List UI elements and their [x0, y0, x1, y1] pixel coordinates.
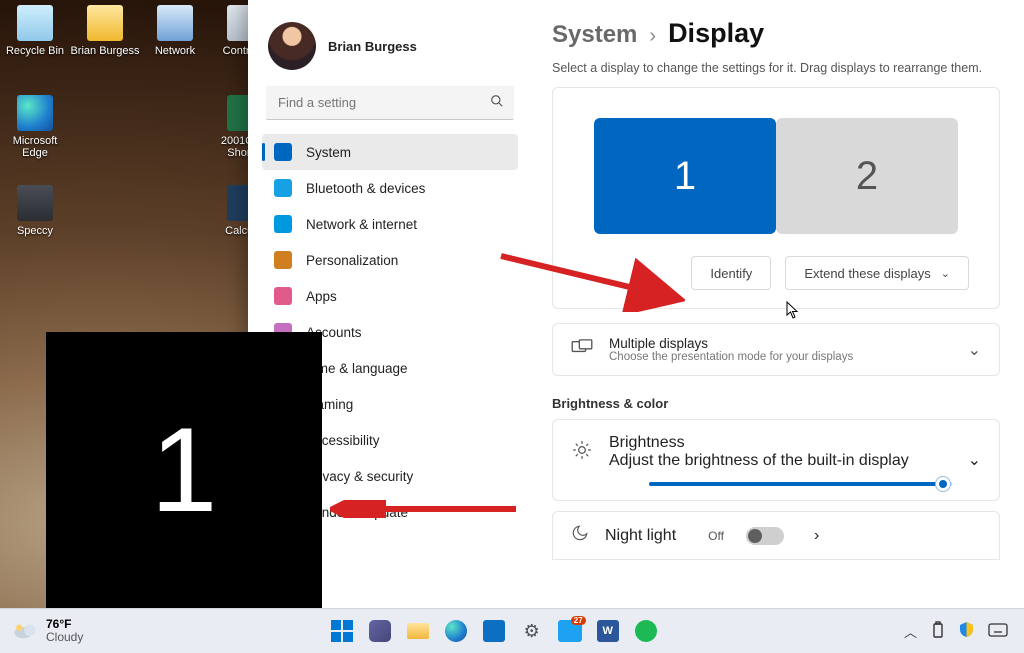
- extend-displays-label: Extend these displays: [804, 266, 930, 281]
- annotation-arrow: [330, 500, 520, 518]
- sidebar-item-label: Personalization: [306, 253, 398, 268]
- taskbar-settings-icon[interactable]: ⚙: [517, 616, 547, 646]
- network-icon: [274, 215, 292, 233]
- weather-condition: Cloudy: [46, 631, 83, 644]
- sidebar-item-label: Bluetooth & devices: [306, 181, 425, 196]
- search-row: [266, 86, 514, 120]
- taskbar-people-icon[interactable]: 27: [555, 616, 585, 646]
- sidebar-item-label: Network & internet: [306, 217, 417, 232]
- desktop-icon-label: Microsoft Edge: [0, 135, 70, 159]
- profile-name: Brian Burgess: [328, 39, 417, 54]
- display-subtitle: Select a display to change the settings …: [552, 61, 1000, 75]
- brightness-slider[interactable]: [649, 482, 952, 486]
- night-light-state: Off: [708, 529, 724, 543]
- personalization-icon: [274, 251, 292, 269]
- taskbar-word-icon[interactable]: W: [593, 616, 623, 646]
- sidebar-item-label: Apps: [306, 289, 337, 304]
- desktop-icon-label: Brian Burgess: [70, 45, 140, 57]
- profile-block[interactable]: Brian Burgess: [262, 14, 518, 86]
- taskbar-spotify-icon[interactable]: [631, 616, 661, 646]
- brightness-desc: Adjust the brightness of the built-in di…: [609, 452, 952, 470]
- brightness-color-heading: Brightness & color: [552, 396, 1000, 411]
- multiple-displays-title: Multiple displays: [609, 336, 853, 351]
- taskbar-chat-icon[interactable]: [365, 616, 395, 646]
- taskbar: 76°F Cloudy ⚙ 27 W ︿: [0, 608, 1024, 653]
- tray-security-icon[interactable]: [959, 621, 974, 641]
- monitor-1[interactable]: 1: [594, 118, 776, 234]
- weather-icon: [12, 620, 38, 642]
- sidebar-item-label: System: [306, 145, 351, 160]
- brightness-card[interactable]: Brightness Adjust the brightness of the …: [552, 419, 1000, 501]
- taskbar-weather[interactable]: 76°F Cloudy: [0, 618, 83, 644]
- people-badge: 27: [571, 616, 586, 625]
- desktop-icon-folder[interactable]: Brian Burgess: [70, 5, 140, 57]
- spec-icon: [17, 185, 53, 221]
- chevron-right-icon: ›: [814, 527, 819, 545]
- desktop-icon-net[interactable]: Network: [140, 5, 210, 57]
- desktop-icon-label: Recycle Bin: [0, 45, 70, 57]
- identify-number: 1: [151, 401, 218, 539]
- night-light-toggle[interactable]: [746, 527, 784, 545]
- sidebar-item-network[interactable]: Network & internet: [262, 206, 518, 242]
- identify-button[interactable]: Identify: [691, 256, 771, 290]
- desktop-icon-bin[interactable]: Recycle Bin: [0, 5, 70, 57]
- chevron-down-icon: ⌄: [968, 340, 981, 360]
- bluetooth-icon: [274, 179, 292, 197]
- net-icon: [157, 5, 193, 41]
- desktop-icon-edge[interactable]: Microsoft Edge: [0, 95, 70, 159]
- sidebar-item-apps[interactable]: Apps: [262, 278, 518, 314]
- desktop-icon-label: Speccy: [0, 225, 70, 237]
- tray-battery-icon[interactable]: [931, 621, 945, 642]
- taskbar-store-icon[interactable]: [479, 616, 509, 646]
- taskbar-edge-icon[interactable]: [441, 616, 471, 646]
- breadcrumb: System › Display: [552, 18, 1000, 49]
- start-button[interactable]: [327, 616, 357, 646]
- cursor-icon: [786, 301, 801, 323]
- brightness-title: Brightness: [609, 434, 952, 452]
- sidebar-item-bluetooth[interactable]: Bluetooth & devices: [262, 170, 518, 206]
- edge-icon: [17, 95, 53, 131]
- multiple-displays-desc: Choose the presentation mode for your di…: [609, 351, 853, 363]
- annotation-arrow: [497, 250, 685, 312]
- taskbar-tray: ︿: [904, 621, 1024, 642]
- extend-displays-button[interactable]: Extend these displays ⌄: [785, 256, 969, 290]
- multiple-displays-icon: [571, 339, 593, 360]
- tray-chevron-up-icon[interactable]: ︿: [904, 622, 917, 641]
- monitors-row: 1 2: [553, 88, 999, 256]
- night-light-title: Night light: [605, 527, 676, 545]
- taskbar-center: ⚙ 27 W: [83, 616, 904, 646]
- bin-icon: [17, 5, 53, 41]
- avatar: [268, 22, 316, 70]
- system-icon: [274, 143, 292, 161]
- night-light-icon: [571, 524, 589, 547]
- multiple-displays-card[interactable]: Multiple displays Choose the presentatio…: [552, 323, 1000, 376]
- search-input[interactable]: [266, 86, 514, 120]
- apps-icon: [274, 287, 292, 305]
- sidebar-item-personalization[interactable]: Personalization: [262, 242, 518, 278]
- desktop-icon-label: Network: [140, 45, 210, 57]
- sidebar-item-label: Privacy & security: [306, 469, 413, 484]
- brightness-icon: [571, 440, 593, 465]
- monitor-2[interactable]: 2: [776, 118, 958, 234]
- taskbar-explorer-icon[interactable]: [403, 616, 433, 646]
- chevron-down-icon: ⌄: [968, 450, 981, 470]
- tray-keyboard-icon[interactable]: [988, 623, 1008, 640]
- breadcrumb-display: Display: [668, 18, 764, 49]
- brightness-slider-thumb[interactable]: [936, 477, 950, 491]
- identify-overlay: 1: [46, 332, 322, 608]
- folder-icon: [87, 5, 123, 41]
- chevron-right-icon: ›: [649, 25, 656, 48]
- desktop-icon-spec[interactable]: Speccy: [0, 185, 70, 237]
- search-icon: [490, 94, 504, 111]
- chevron-down-icon: ⌄: [941, 267, 950, 280]
- sidebar-item-system[interactable]: System: [262, 134, 518, 170]
- night-light-card[interactable]: Night light Off ›: [552, 511, 1000, 560]
- breadcrumb-system[interactable]: System: [552, 21, 637, 49]
